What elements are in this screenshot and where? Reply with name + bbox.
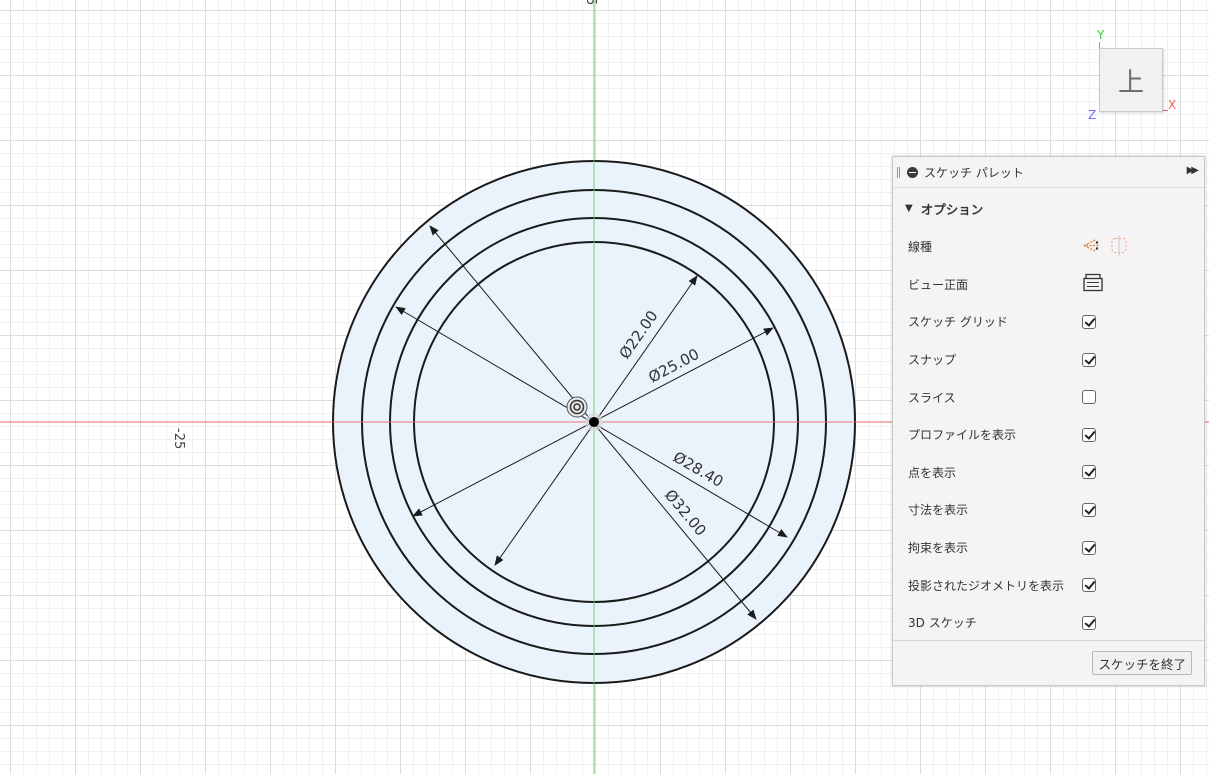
option-row-show-profile: プロファイルを表示 (893, 416, 1204, 454)
concentric-constraint-icon[interactable] (566, 396, 588, 418)
show-projected-geometry-checkbox[interactable] (1082, 578, 1096, 593)
sketch-palette: スケッチ パレット ▶▶ ▼ オプション 線種 ビュー正面 スケッチ グリッド … (892, 156, 1205, 686)
view-cube-axis-z: Z (1088, 108, 1097, 122)
option-row-sketch-grid: スケッチ グリッド (893, 303, 1204, 341)
option-row-look-at: ビュー正面 (893, 266, 1204, 304)
axis-label-top: 5 (583, 0, 598, 6)
option-row-show-points: 点を表示 (893, 454, 1204, 492)
show-dimensions-checkbox[interactable] (1082, 502, 1096, 517)
option-row-linetype: 線種 (893, 228, 1204, 266)
3d-sketch-checkbox[interactable] (1082, 615, 1096, 630)
palette-footer: スケッチを終了 (893, 640, 1204, 685)
palette-title: スケッチ パレット (924, 165, 1024, 180)
slice-checkbox[interactable] (1082, 390, 1096, 405)
show-constraints-checkbox[interactable] (1082, 540, 1096, 555)
finish-sketch-button[interactable]: スケッチを終了 (1092, 651, 1192, 675)
collapse-minus-icon[interactable] (907, 166, 918, 178)
construction-line-icon[interactable] (1083, 238, 1100, 252)
view-cube[interactable]: Y X Z 上 (1080, 28, 1190, 128)
option-label: 点を表示 (908, 465, 957, 480)
option-row-show-constraints: 拘束を表示 (893, 529, 1204, 567)
look-at-icon[interactable] (1082, 273, 1104, 296)
option-label: スライス (908, 390, 956, 405)
view-cube-top-face[interactable]: 上 (1099, 48, 1163, 112)
sketch-grid-checkbox[interactable] (1082, 314, 1096, 329)
expand-arrows-icon[interactable]: ▶▶ (1187, 165, 1200, 176)
option-label: スナップ (908, 353, 957, 368)
option-label: 3D スケッチ (908, 616, 977, 631)
option-row-snap: スナップ (893, 341, 1204, 379)
option-row-3d-sketch: 3D スケッチ (893, 604, 1204, 642)
option-label: ビュー正面 (908, 277, 969, 292)
options-section-title: オプション (920, 201, 984, 217)
centerline-icon[interactable] (1111, 235, 1127, 256)
show-points-checkbox[interactable] (1082, 465, 1096, 480)
triangle-down-icon: ▼ (905, 202, 913, 214)
show-profile-checkbox[interactable] (1082, 427, 1096, 442)
palette-header[interactable]: スケッチ パレット ▶▶ (893, 157, 1204, 188)
option-row-show-projected: 投影されたジオメトリを表示 (893, 566, 1204, 604)
linetype-controls (1082, 234, 1142, 259)
origin-point[interactable] (585, 413, 603, 431)
drag-handle-icon[interactable] (897, 166, 900, 178)
view-cube-axis-x: X (1168, 98, 1177, 112)
option-label: プロファイルを表示 (908, 428, 1017, 443)
options-section-header[interactable]: ▼ オプション (893, 188, 1204, 228)
option-label: 線種 (908, 240, 933, 255)
option-label: スケッチ グリッド (908, 315, 1008, 330)
snap-checkbox[interactable] (1082, 352, 1096, 367)
option-label: 投影されたジオメトリを表示 (908, 578, 1065, 593)
view-cube-axis-y: Y (1097, 28, 1105, 42)
option-label: 拘束を表示 (908, 541, 969, 556)
option-label: 寸法を表示 (908, 503, 969, 518)
option-row-slice: スライス (893, 378, 1204, 416)
axis-label-left: -25 (171, 428, 186, 450)
option-row-show-dimensions: 寸法を表示 (893, 491, 1204, 529)
